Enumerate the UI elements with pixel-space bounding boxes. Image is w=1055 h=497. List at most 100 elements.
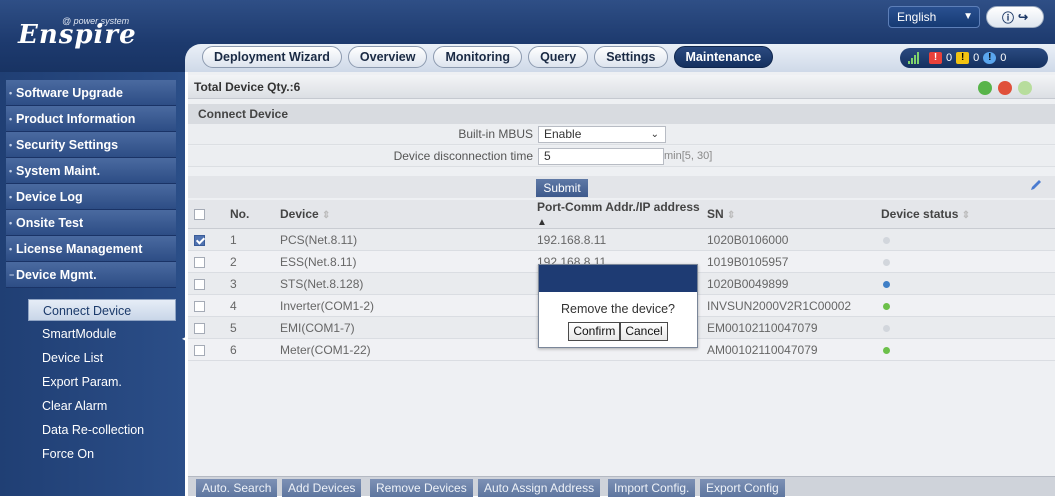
dialog-message: Remove the device?	[561, 302, 675, 316]
language-value: English	[897, 10, 937, 24]
col-addr-label: Port-Comm Addr./IP address	[537, 200, 700, 214]
play-icon[interactable]	[978, 81, 992, 95]
select-all-cell	[188, 200, 224, 229]
submit-button[interactable]: Submit	[536, 179, 588, 197]
logout-icon[interactable]: ↪	[1018, 10, 1028, 24]
sidebar-item-system-maint[interactable]: System Maint.	[6, 158, 176, 184]
tab-monitoring[interactable]: Monitoring	[433, 46, 523, 68]
table-row[interactable]: 1 PCS(Net.8.11) 192.168.8.11 1020B0106000	[188, 228, 1055, 251]
tab-overview[interactable]: Overview	[347, 46, 428, 68]
row-no: 4	[230, 298, 237, 313]
minor-alarm-icon[interactable]: !	[956, 52, 970, 64]
col-status[interactable]: Device status ⇕	[875, 200, 1055, 229]
row-device: EMI(COM1-7)	[280, 320, 355, 335]
row-no: 2	[230, 254, 237, 269]
sidebar-subitem-export-param[interactable]: Export Param.	[28, 371, 176, 393]
select-cell	[188, 250, 224, 273]
col-status-label: Device status	[881, 207, 959, 221]
alarm-bar: ! 0 ! 0 ! 0	[900, 48, 1048, 68]
col-sn-label: SN	[707, 207, 724, 221]
row-device: PCS(Net.8.11)	[280, 232, 358, 247]
device-cell: ESS(Net.8.11)	[274, 250, 531, 273]
row-sn: 1020B0049899	[707, 276, 789, 291]
row-device: ESS(Net.8.11)	[280, 254, 357, 269]
warning-alarm-count: 0	[1000, 52, 1007, 64]
sn-cell: EM00102110047079	[701, 316, 875, 339]
gear-icon[interactable]	[1018, 81, 1032, 95]
disconnect-time-row: Device disconnection time 5 min[5, 30]	[188, 146, 1055, 167]
sidebar-subitem-data-re-collection[interactable]: Data Re-collection	[28, 419, 176, 441]
sort-asc-icon: ▲	[537, 217, 547, 228]
select-cell	[188, 272, 224, 295]
select-cell	[188, 316, 224, 339]
row-checkbox[interactable]	[194, 344, 205, 356]
dialog-buttons: Confirm Cancel	[539, 322, 697, 341]
sidebar-item-product-information[interactable]: Product Information	[6, 106, 176, 132]
auto-search-button[interactable]: Auto. Search	[196, 479, 278, 497]
col-no: No.	[224, 200, 274, 229]
sidebar-item-onsite-test[interactable]: Onsite Test	[6, 210, 176, 236]
status-cell	[875, 316, 1055, 339]
col-device[interactable]: Device ⇕	[274, 200, 531, 229]
sidebar-item-security-settings[interactable]: Security Settings	[6, 132, 176, 158]
row-checkbox[interactable]	[194, 322, 205, 334]
chevron-down-icon: ▼	[963, 11, 973, 22]
sort-icon: ⇕	[322, 210, 331, 221]
sidebar-subitem-force-on[interactable]: Force On	[28, 443, 176, 465]
sidebar-item-device-log[interactable]: Device Log	[6, 184, 176, 210]
builtin-mbus-select[interactable]: Enable ⌄	[538, 126, 666, 143]
edit-icon[interactable]	[1029, 178, 1043, 195]
import-config-button[interactable]: Import Config.	[608, 479, 696, 497]
major-alarm-icon[interactable]: !	[929, 52, 942, 64]
row-checkbox[interactable]	[194, 278, 205, 290]
tab-deployment-wizard[interactable]: Deployment Wizard	[202, 46, 342, 68]
sidebar-item-device-mgmt[interactable]: Device Mgmt.	[6, 262, 176, 288]
row-sn: EM00102110047079	[707, 320, 818, 335]
tab-maintenance[interactable]: Maintenance	[673, 46, 774, 68]
language-select[interactable]: English ▼	[888, 6, 980, 28]
export-config-button[interactable]: Export Config	[700, 479, 785, 497]
sidebar-subitem-device-list[interactable]: Device List	[28, 347, 176, 369]
device-cell: PCS(Net.8.11)	[274, 228, 531, 251]
select-cell	[188, 228, 224, 251]
no-cell: 1	[224, 228, 274, 251]
stop-icon[interactable]	[998, 81, 1012, 95]
submit-row: Submit	[188, 176, 1055, 198]
builtin-mbus-row: Built-in MBUS Enable ⌄	[188, 124, 1055, 145]
row-checkbox[interactable]	[194, 256, 205, 268]
tab-query[interactable]: Query	[528, 46, 589, 68]
disconnect-time-input[interactable]: 5	[538, 148, 664, 165]
sidebar-item-license-management[interactable]: License Management	[6, 236, 176, 262]
sidebar-subitem-clear-alarm[interactable]: Clear Alarm	[28, 395, 176, 417]
row-no: 3	[230, 276, 237, 291]
col-device-label: Device	[280, 207, 319, 221]
tab-settings[interactable]: Settings	[594, 46, 668, 68]
no-cell: 6	[224, 338, 274, 361]
row-checkbox[interactable]	[194, 234, 205, 246]
status-dot-icon	[883, 346, 890, 354]
confirm-button[interactable]: Confirm	[568, 322, 621, 341]
warning-alarm-icon[interactable]: !	[983, 52, 997, 64]
info-icon[interactable]: ⓘ	[1002, 9, 1014, 26]
signal-strength-icon	[908, 52, 919, 64]
add-devices-button[interactable]: Add Devices	[282, 479, 362, 497]
sidebar-item-software-upgrade[interactable]: Software Upgrade	[6, 80, 176, 106]
table-header-row: No. Device ⇕ Port-Comm Addr./IP address …	[188, 200, 1055, 229]
cancel-button[interactable]: Cancel	[620, 322, 668, 341]
auto-assign-address-button[interactable]: Auto Assign Address	[478, 479, 601, 497]
disconnect-time-label: Device disconnection time	[393, 149, 533, 163]
status-cell	[875, 272, 1055, 295]
row-checkbox[interactable]	[194, 300, 205, 312]
minor-alarm-count: 0	[973, 52, 980, 64]
sidebar-subitem-smartmodule[interactable]: SmartModule	[28, 323, 176, 345]
row-addr: 192.168.8.11	[537, 232, 607, 247]
remove-devices-button[interactable]: Remove Devices	[370, 479, 473, 497]
col-sn[interactable]: SN ⇕	[701, 200, 875, 229]
no-cell: 3	[224, 272, 274, 295]
device-cell: Inverter(COM1-2)	[274, 294, 531, 317]
select-all-checkbox[interactable]	[194, 209, 205, 221]
disconnect-time-range: min[5, 30]	[664, 150, 713, 162]
sidebar: Software UpgradeProduct InformationSecur…	[0, 72, 188, 496]
sidebar-subitem-connect-device[interactable]: Connect Device	[28, 299, 176, 321]
col-addr[interactable]: Port-Comm Addr./IP address ▲	[531, 200, 701, 229]
